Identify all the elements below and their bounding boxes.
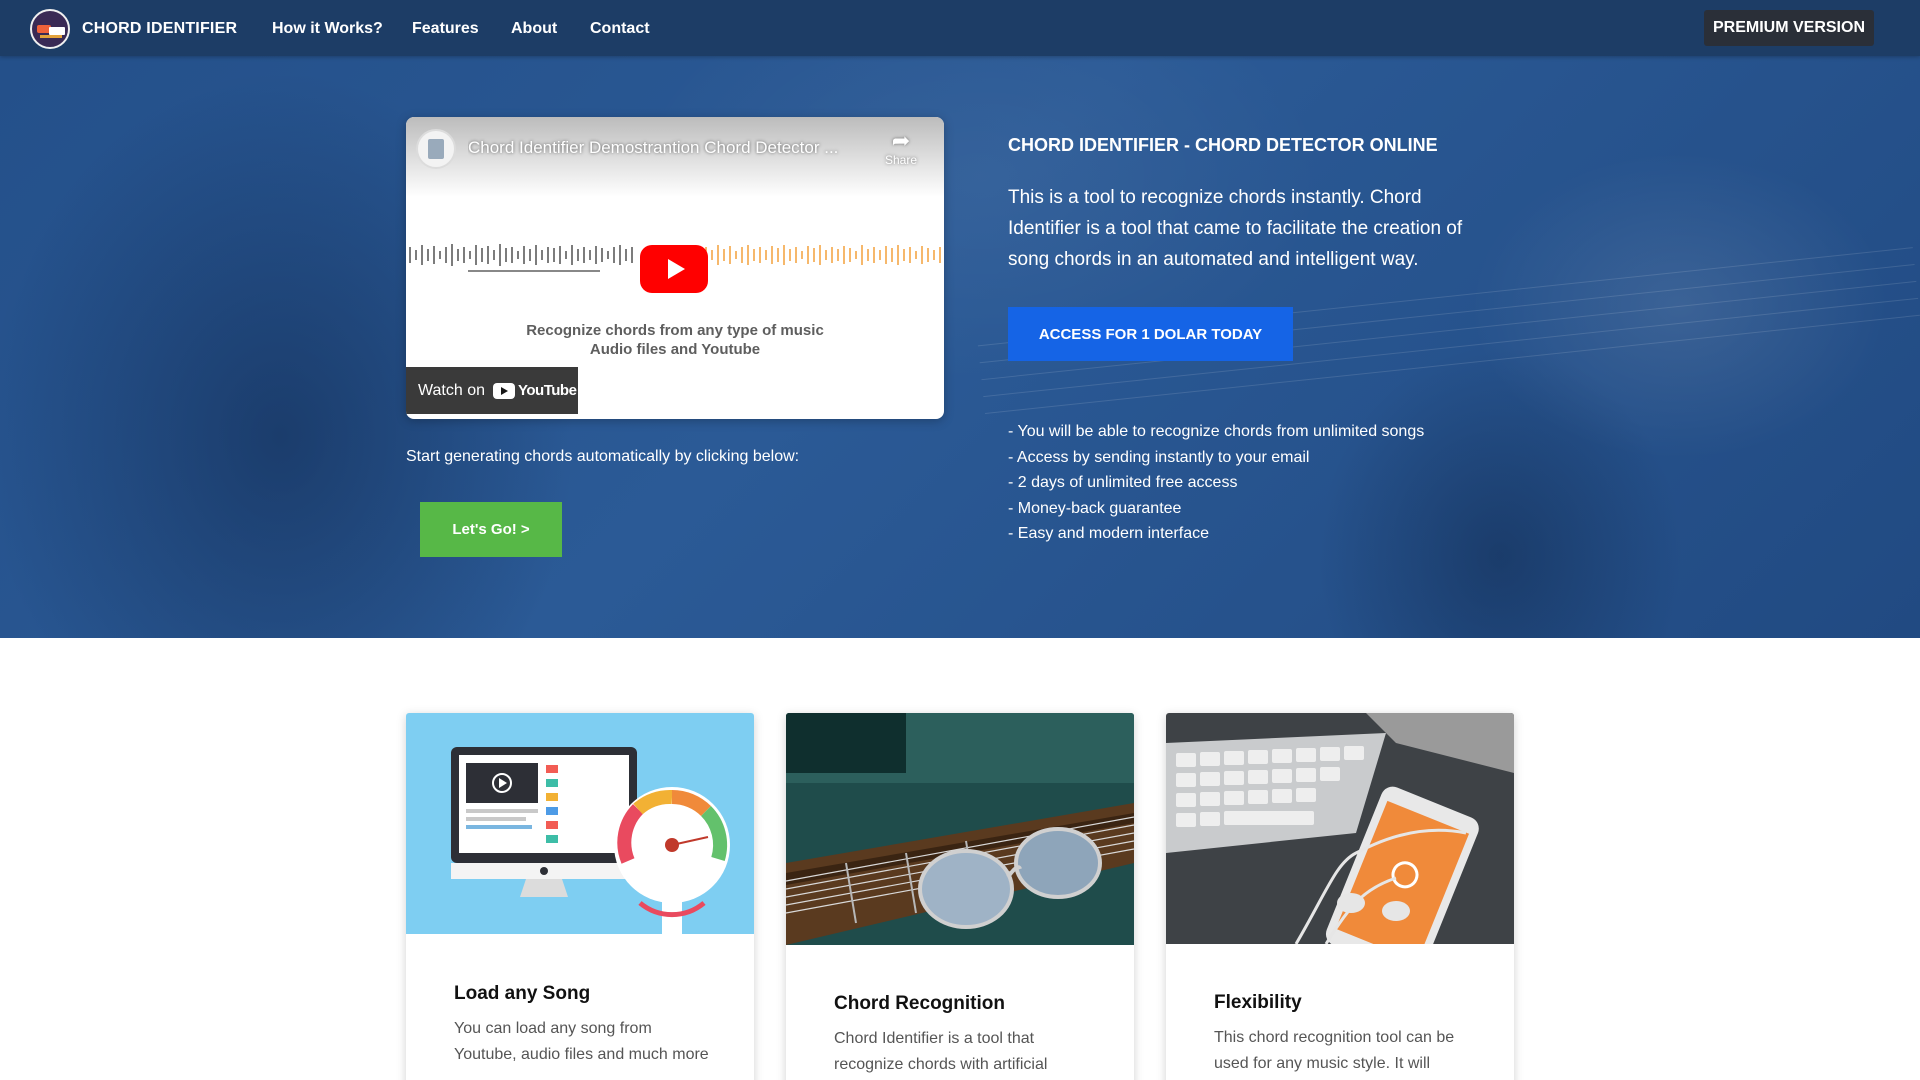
nav-link-features[interactable]: Features xyxy=(412,20,479,38)
premium-version-button[interactable]: PREMIUM VERSION xyxy=(1704,10,1874,46)
start-generating-text: Start generating chords automatically by… xyxy=(406,448,800,465)
nav-link-about[interactable]: About xyxy=(511,20,557,38)
benefit-item: - Access by sending instantly to your em… xyxy=(1008,448,1310,466)
benefit-item: - Easy and modern interface xyxy=(1008,525,1209,543)
hero-description: This is a tool to recognize chords insta… xyxy=(1008,187,1463,270)
channel-avatar[interactable] xyxy=(416,129,456,169)
video-title[interactable]: Chord Identifier Demostrantion Chord Det… xyxy=(468,138,868,158)
computer-speed-illustration xyxy=(406,713,754,934)
logo-icon[interactable] xyxy=(30,9,70,49)
feature-description: Chord Identifier is a tool that recogniz… xyxy=(834,1030,1048,1073)
feature-description: This chord recognition tool can be used … xyxy=(1214,1029,1455,1072)
feature-description: You can load any song from Youtube, audi… xyxy=(454,1020,709,1063)
video-caption-line-1: Recognize chords from any type of music xyxy=(526,322,824,339)
watch-on-youtube-button[interactable]: Watch on YouTube xyxy=(406,367,578,414)
youtube-wordmark: YouTube xyxy=(518,382,577,399)
lets-go-button[interactable]: Let's Go! > xyxy=(420,502,562,557)
play-button[interactable] xyxy=(640,245,708,293)
brand-name[interactable]: CHORD IDENTIFIER xyxy=(82,20,237,38)
youtube-video-embed[interactable]: Chord Identifier Demostrantion Chord Det… xyxy=(406,117,944,419)
benefit-item: - You will be able to recognize chords f… xyxy=(1008,423,1425,440)
navbar: CHORD IDENTIFIER How it Works? Features … xyxy=(0,0,1920,56)
youtube-logo-icon: YouTube xyxy=(493,382,577,399)
feature-card-flexibility: Flexibility This chord recognition tool … xyxy=(1166,713,1514,1080)
feature-card-load-song: Load any Song You can load any song from… xyxy=(406,713,754,1080)
share-button[interactable]: ➦ Share xyxy=(876,128,926,168)
access-button[interactable]: ACCESS FOR 1 DOLAR TODAY xyxy=(1008,307,1293,361)
feature-title: Load any Song xyxy=(454,983,591,1004)
watch-on-label: Watch on xyxy=(418,381,485,399)
video-caption-line-2: Audio files and Youtube xyxy=(589,341,761,358)
benefit-item: - Money-back guarantee xyxy=(1008,499,1182,517)
feature-title: Chord Recognition xyxy=(834,993,1005,1014)
hero-heading: CHORD IDENTIFIER - CHORD DETECTOR ONLINE xyxy=(1008,135,1438,155)
feature-card-chord-recognition: Chord Recognition Chord Identifier is a … xyxy=(786,713,1134,1080)
video-caption: Recognize chords from any type of music … xyxy=(406,321,944,359)
hero-section xyxy=(0,56,1920,638)
benefits-list: - You will be able to recognize chords f… xyxy=(1008,419,1424,547)
nav-link-how-it-works[interactable]: How it Works? xyxy=(272,20,383,38)
nav-link-contact[interactable]: Contact xyxy=(590,20,650,38)
phone-keyboard-photo xyxy=(1166,713,1514,944)
play-icon xyxy=(667,259,685,279)
benefit-item: - 2 days of unlimited free access xyxy=(1008,474,1238,492)
feature-title: Flexibility xyxy=(1214,992,1302,1013)
share-icon: ➦ xyxy=(891,128,911,153)
guitar-sunglasses-photo xyxy=(786,713,1134,945)
share-label: Share xyxy=(884,153,918,167)
